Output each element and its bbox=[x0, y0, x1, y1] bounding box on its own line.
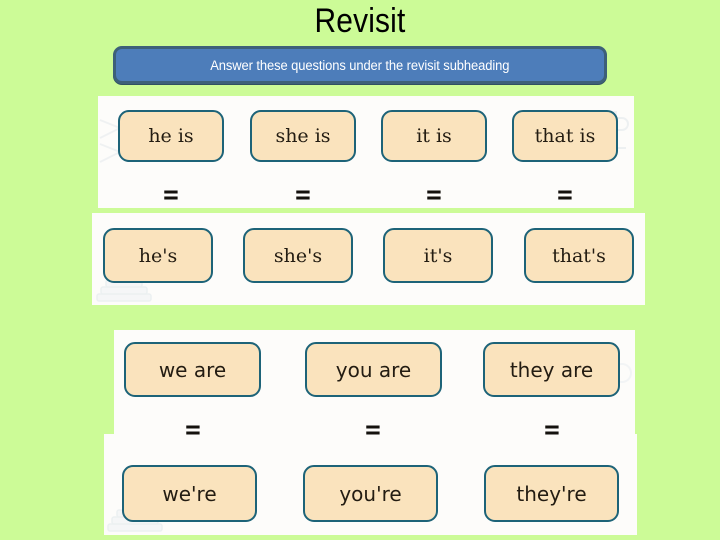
word-box-shes[interactable]: she's bbox=[243, 228, 353, 283]
equals-sign: = bbox=[184, 415, 202, 445]
instruction-banner: Answer these questions under the revisit… bbox=[113, 46, 607, 84]
word-box-theyre[interactable]: they're bbox=[484, 465, 619, 522]
word-box-it-is[interactable]: it is bbox=[381, 110, 487, 162]
word-box-label: that's bbox=[552, 244, 606, 267]
word-box-label: they're bbox=[516, 481, 587, 506]
word-box-they-are[interactable]: they are bbox=[483, 342, 620, 397]
word-box-that-is[interactable]: that is bbox=[512, 110, 618, 162]
word-box-label: she's bbox=[273, 244, 323, 267]
word-box-you-are[interactable]: you are bbox=[305, 342, 442, 397]
word-box-he-is[interactable]: he is bbox=[118, 110, 224, 162]
equals-sign: = bbox=[425, 180, 443, 210]
word-box-label: you are bbox=[335, 357, 412, 382]
word-box-she-is[interactable]: she is bbox=[250, 110, 356, 162]
word-box-label: we're bbox=[162, 481, 217, 506]
word-box-label: they are bbox=[509, 357, 594, 382]
equals-sign: = bbox=[556, 180, 574, 210]
word-box-were[interactable]: we're bbox=[122, 465, 257, 522]
instruction-banner-text: Answer these questions under the revisit… bbox=[210, 57, 510, 73]
word-box-youre[interactable]: you're bbox=[303, 465, 438, 522]
word-box-label: he is bbox=[148, 125, 194, 147]
word-box-label: that is bbox=[534, 125, 596, 147]
word-box-label: it is bbox=[416, 125, 452, 147]
equals-sign: = bbox=[543, 415, 561, 445]
word-box-its[interactable]: it's bbox=[383, 228, 493, 283]
equals-sign: = bbox=[162, 180, 180, 210]
page-title: Revisit bbox=[314, 2, 406, 40]
word-box-label: it's bbox=[423, 244, 453, 267]
word-box-thats[interactable]: that's bbox=[524, 228, 634, 283]
word-box-we-are[interactable]: we are bbox=[124, 342, 261, 397]
word-box-label: he's bbox=[138, 244, 178, 267]
word-box-label: she is bbox=[275, 125, 331, 147]
equals-sign: = bbox=[294, 180, 312, 210]
word-box-hes[interactable]: he's bbox=[103, 228, 213, 283]
equals-sign: = bbox=[364, 415, 382, 445]
word-box-label: we are bbox=[158, 357, 227, 382]
word-box-label: you're bbox=[339, 481, 402, 506]
